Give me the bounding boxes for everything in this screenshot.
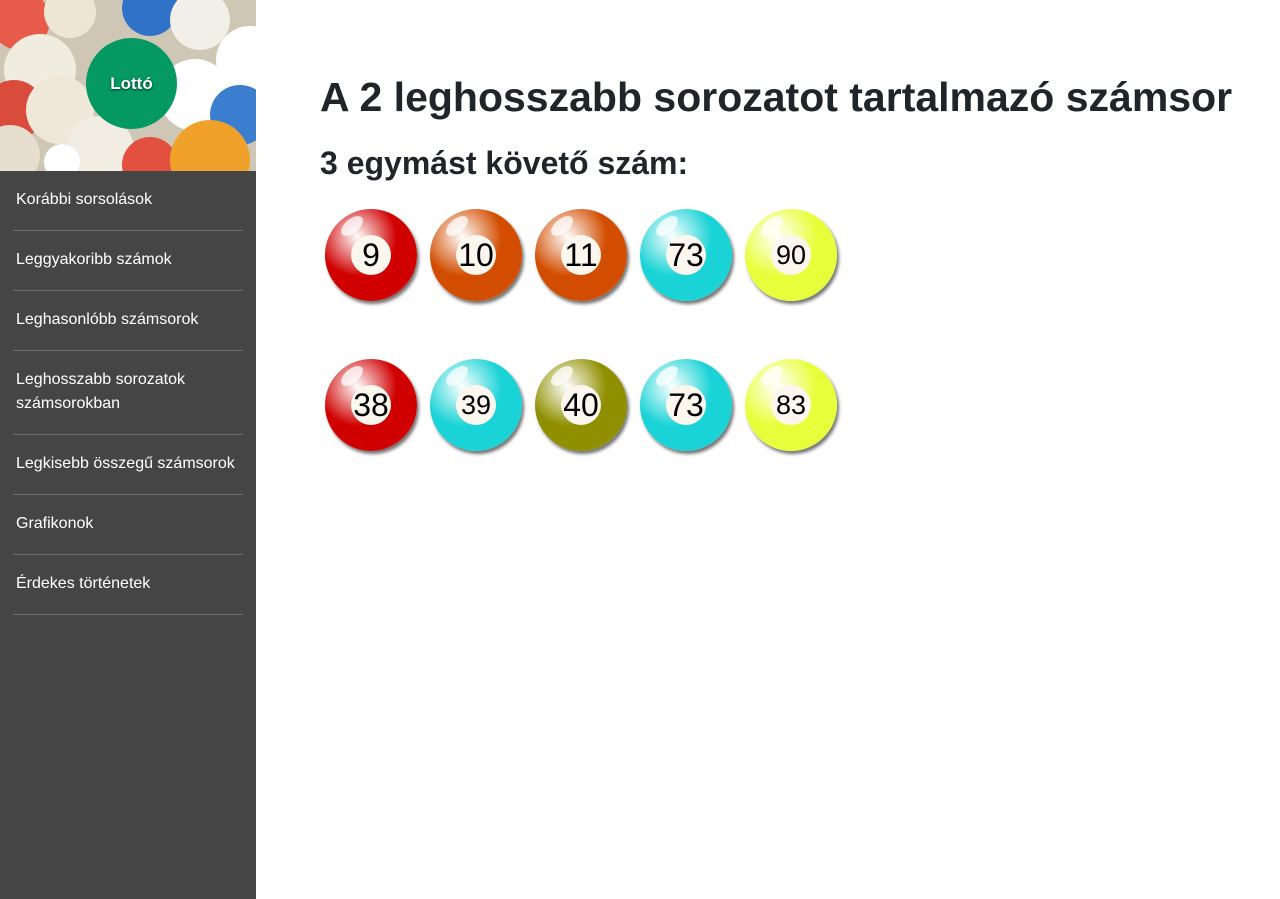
number-rows: 9 10 11 73 90 38 39 40 73 83 xyxy=(320,209,1280,455)
sidebar-item-korabbi-sorsolasok[interactable]: Korábbi sorsolások xyxy=(13,171,243,231)
lottery-balls-header-image: Lottó xyxy=(0,0,256,171)
sidebar-item-leghasonlobb-szamsorok[interactable]: Leghasonlóbb számsorok xyxy=(13,291,243,351)
ball-number: 73 xyxy=(666,385,706,425)
sidebar-item-erdekes-tortenetek[interactable]: Érdekes történetek xyxy=(13,555,243,615)
number-row-1: 9 10 11 73 90 xyxy=(320,209,1280,305)
ball-number: 83 xyxy=(771,385,811,425)
lottery-ball: 9 xyxy=(325,209,417,301)
lottery-ball: 83 xyxy=(745,359,837,451)
lottery-ball: 40 xyxy=(535,359,627,451)
main-content: A 2 leghosszabb sorozatot tartalmazó szá… xyxy=(320,0,1280,509)
ball-number: 10 xyxy=(456,235,496,275)
section-title: 3 egymást követő szám: xyxy=(320,145,689,181)
lottery-ball: 11 xyxy=(535,209,627,301)
lottery-ball: 73 xyxy=(640,209,732,301)
ball-number: 11 xyxy=(561,235,601,275)
number-row-2: 38 39 40 73 83 xyxy=(320,359,1280,455)
ball-number: 73 xyxy=(666,235,706,275)
lottery-ball: 10 xyxy=(430,209,522,301)
ball-number: 9 xyxy=(351,235,391,275)
ball-number: 38 xyxy=(351,385,391,425)
page-title: A 2 leghosszabb sorozatot tartalmazó szá… xyxy=(320,74,1233,120)
lottery-ball: 39 xyxy=(430,359,522,451)
sidebar: Lottó Korábbi sorsolások Leggyakoribb sz… xyxy=(0,0,256,899)
logo-badge[interactable]: Lottó xyxy=(86,38,177,129)
lottery-ball: 90 xyxy=(745,209,837,301)
sidebar-nav: Korábbi sorsolások Leggyakoribb számok L… xyxy=(0,171,256,615)
sidebar-item-leghosszabb-sorozatok[interactable]: Leghosszabb sorozatok számsorokban xyxy=(13,351,243,435)
ball-number: 40 xyxy=(561,385,601,425)
sidebar-item-grafikonok[interactable]: Grafikonok xyxy=(13,495,243,555)
ball-number: 90 xyxy=(771,235,811,275)
lottery-ball: 73 xyxy=(640,359,732,451)
sidebar-item-leggyakoribb-szamok[interactable]: Leggyakoribb számok xyxy=(13,231,243,291)
ball-number: 39 xyxy=(456,385,496,425)
sidebar-item-legkisebb-osszegu[interactable]: Legkisebb összegű számsorok xyxy=(13,435,243,495)
lottery-ball: 38 xyxy=(325,359,417,451)
